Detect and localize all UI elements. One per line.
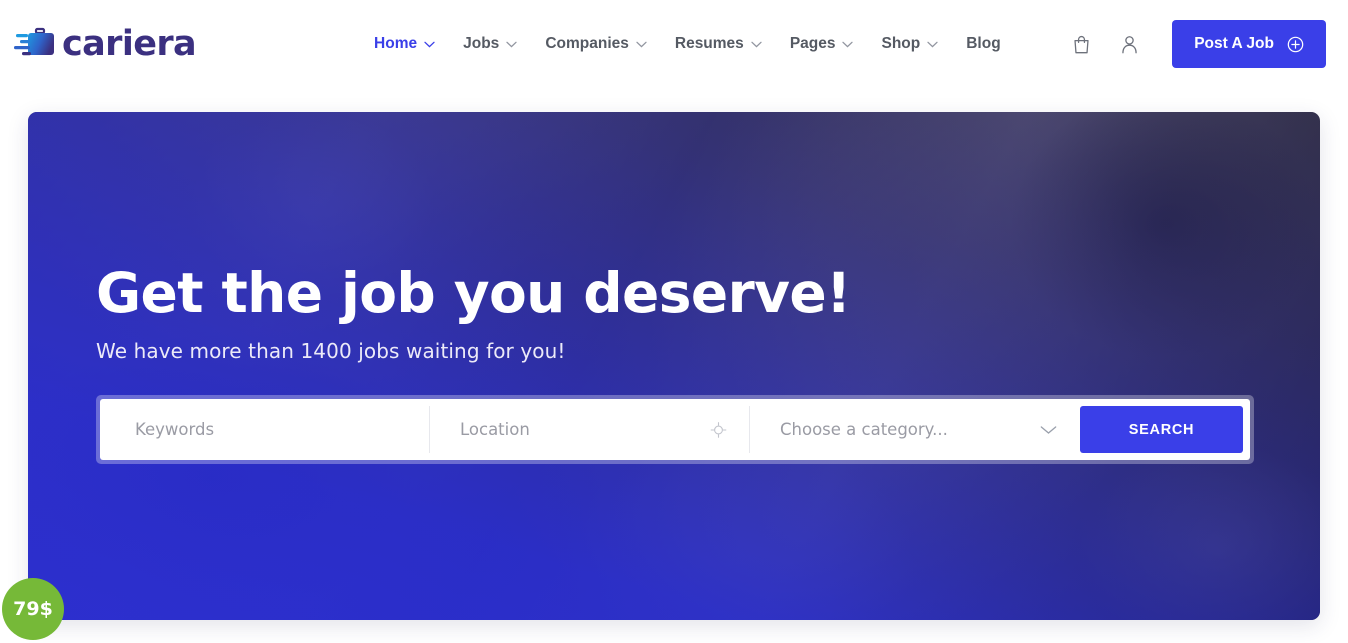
shopping-bag-icon[interactable] [1068, 31, 1094, 57]
nav-item-shop[interactable]: Shop [881, 35, 938, 53]
nav-item-label: Companies [545, 35, 629, 52]
nav-item-label: Shop [881, 35, 921, 52]
site-header: cariera Home Jobs Companies Resumes Page… [0, 0, 1348, 88]
hero-outer: Get the job you deserve! We have more th… [2, 112, 1320, 640]
search-submit-button[interactable]: SEARCH [1080, 406, 1243, 454]
nav-item-label: Resumes [674, 35, 744, 52]
job-search-form-inner: Keywords Location Choose a category... S… [100, 399, 1250, 461]
nav-item-resumes[interactable]: Resumes [675, 35, 762, 53]
chevron-down-icon [927, 41, 938, 48]
nav-item-blog[interactable]: Blog [966, 35, 1000, 53]
nav-item-label: Home [374, 35, 418, 52]
chevron-down-icon [506, 41, 517, 48]
chevron-down-icon [636, 41, 647, 48]
brand-name: cariera [62, 23, 197, 64]
brand-logo[interactable]: cariera [14, 23, 197, 64]
hero-content: Get the job you deserve! We have more th… [96, 261, 1280, 465]
location-field[interactable]: Location [429, 406, 749, 454]
location-placeholder: Location [460, 420, 530, 440]
nav-item-label: Blog [966, 35, 1001, 52]
post-a-job-button[interactable]: Post A Job [1172, 20, 1326, 68]
hero-section-wrapper: Get the job you deserve! We have more th… [0, 88, 1348, 643]
nav-item-label: Pages [789, 35, 836, 52]
nav-item-companies[interactable]: Companies [545, 35, 647, 53]
briefcase-speed-icon [14, 25, 66, 63]
hero-banner: Get the job you deserve! We have more th… [28, 112, 1320, 620]
post-a-job-label: Post A Job [1194, 35, 1274, 52]
category-placeholder: Choose a category... [780, 420, 948, 440]
nav-item-home[interactable]: Home [374, 35, 435, 53]
category-select[interactable]: Choose a category... [749, 406, 1079, 454]
user-account-icon[interactable] [1116, 31, 1142, 57]
chevron-down-icon [751, 41, 762, 48]
hero-title: Get the job you deserve! [96, 261, 851, 325]
plus-circle-icon [1287, 36, 1304, 53]
main-navigation: Home Jobs Companies Resumes Pages Shop B… [374, 35, 1001, 53]
chevron-down-icon [424, 41, 435, 48]
chevron-down-icon [842, 41, 854, 48]
hero-subtitle: We have more than 1400 jobs waiting for … [96, 339, 566, 364]
keywords-placeholder: Keywords [135, 420, 215, 440]
nav-item-pages[interactable]: Pages [790, 35, 854, 53]
keywords-field[interactable]: Keywords [107, 406, 429, 453]
job-search-form: Keywords Location Choose a category... S… [96, 395, 1254, 465]
crosshair-locate-icon[interactable] [710, 421, 727, 438]
nav-item-label: Jobs [463, 35, 500, 52]
price-badge[interactable]: 79$ [2, 578, 64, 640]
header-actions: Post A Job [1068, 20, 1326, 68]
nav-item-jobs[interactable]: Jobs [463, 35, 517, 53]
chevron-down-icon [1040, 425, 1057, 435]
